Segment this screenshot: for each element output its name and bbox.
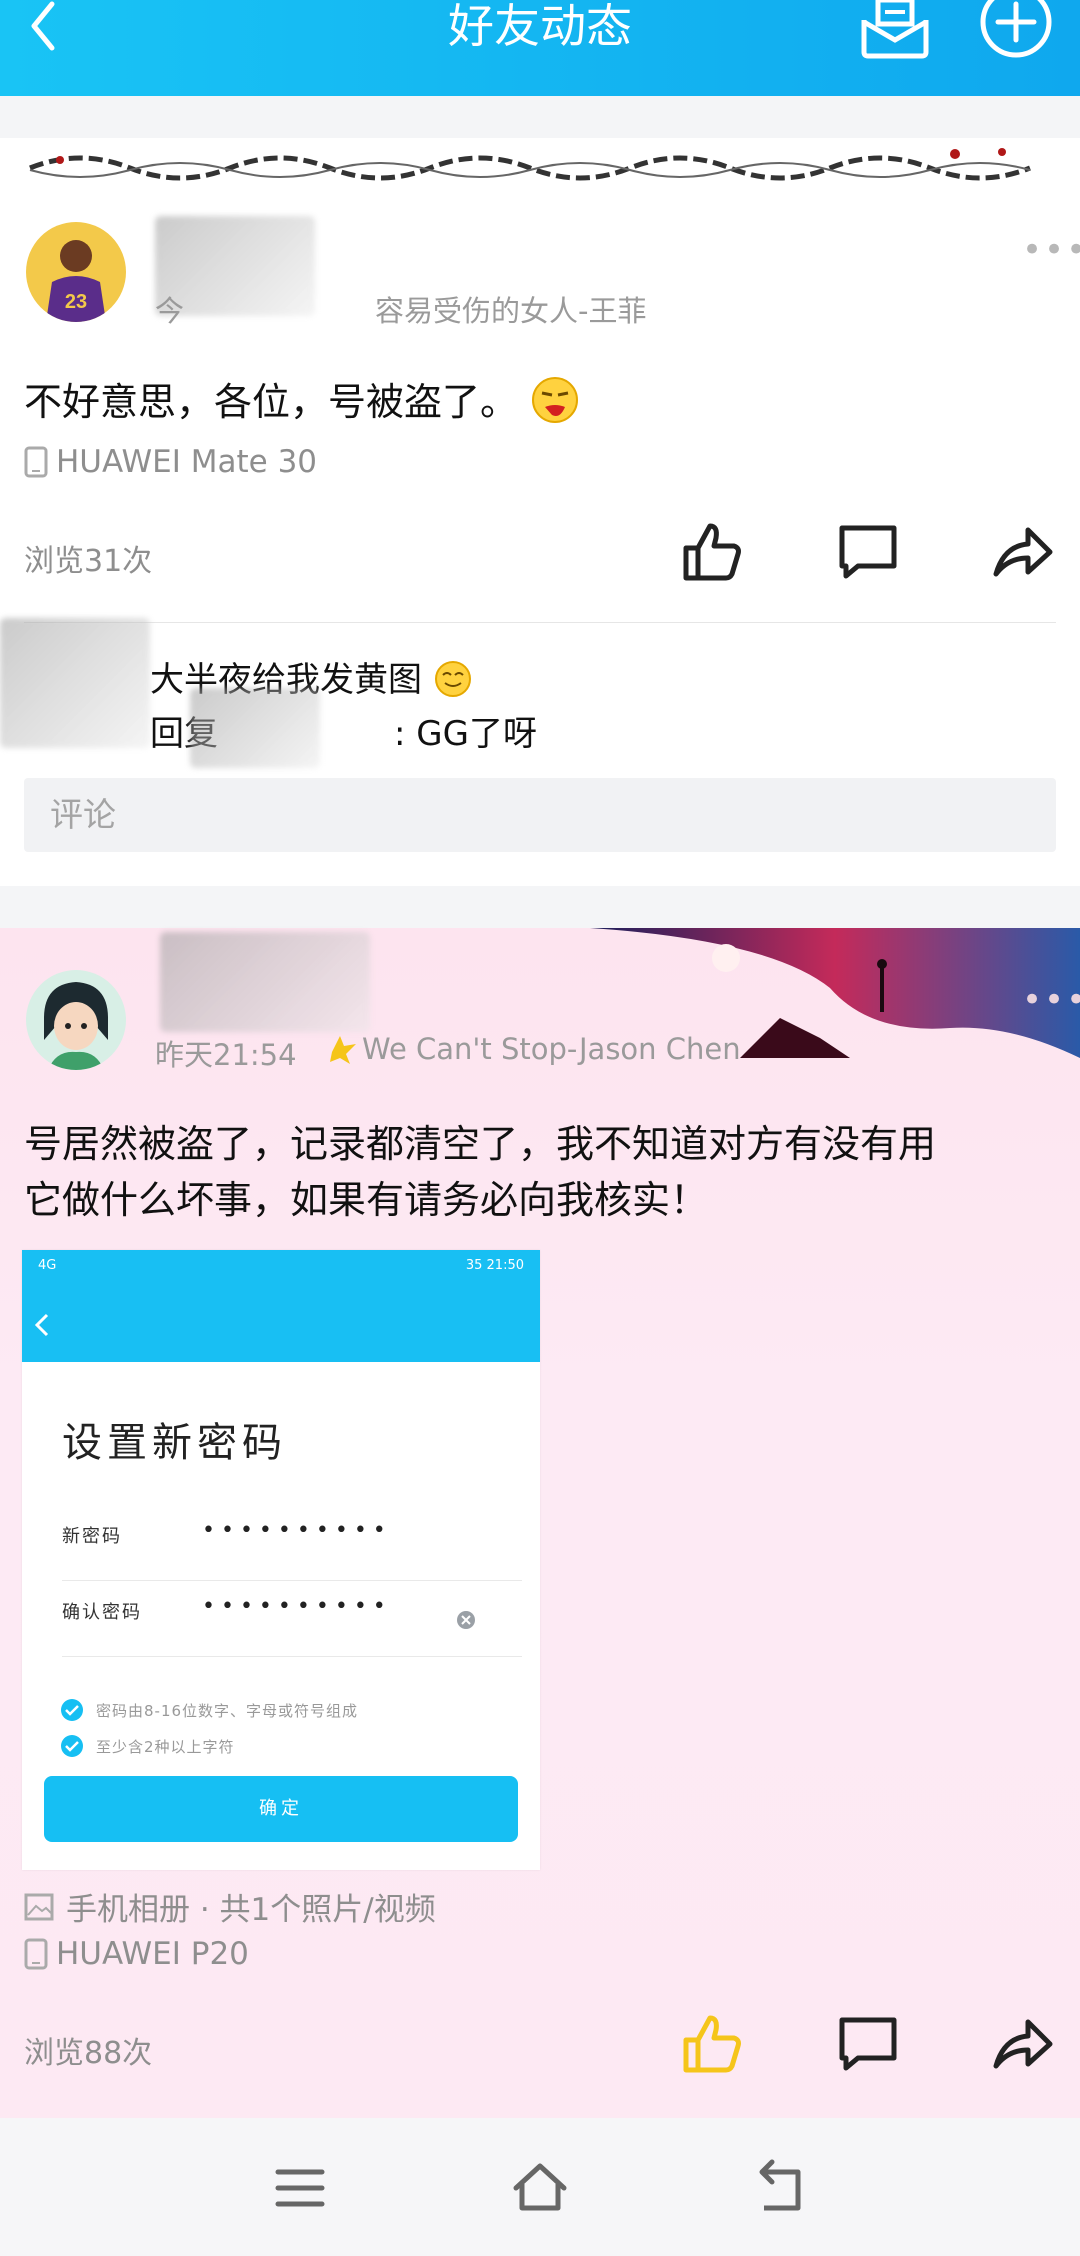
device-name: HUAWEI P20: [56, 1936, 249, 1972]
top-bar: 好友动态: [0, 0, 1080, 96]
password-rule: 密码由8-16位数字、字母或符号组成: [96, 1702, 359, 1720]
device-label: HUAWEI Mate 30: [24, 444, 317, 480]
comment-input[interactable]: 评论: [24, 778, 1056, 852]
comment-text: : GG了呀: [394, 714, 537, 754]
new-password-label: 新密码: [62, 1526, 122, 1547]
mail-icon[interactable]: [858, 0, 932, 60]
feed-post: 昨天21:54 We Can't Stop-Jason Chen ••• 号居然…: [0, 928, 1080, 2118]
post-content: 号居然被盗了，记录都清空了，我不知道对方有没有用 它做什么坏事，如果有请务必向我…: [24, 1116, 936, 1228]
svg-text:23: 23: [65, 291, 87, 313]
device-name: HUAWEI Mate 30: [56, 444, 318, 480]
avatar[interactable]: [26, 970, 126, 1070]
image-icon: [24, 1893, 54, 1920]
like-icon-active[interactable]: [680, 2012, 744, 2076]
screenshot-header: [22, 1250, 540, 1362]
confirm-password-dots: ••••••••••: [202, 1594, 392, 1619]
more-options-icon[interactable]: •••: [1022, 230, 1080, 270]
reply-name-redacted: [190, 688, 320, 768]
album-text: 手机相册 · 共1个照片/视频: [66, 1892, 436, 1928]
author-name-redacted: [160, 932, 370, 1032]
song-title[interactable]: 容易受伤的女人-王菲: [375, 288, 646, 330]
clear-icon: [457, 1611, 475, 1629]
divider: [62, 1656, 522, 1657]
more-options-icon[interactable]: •••: [1022, 980, 1080, 1020]
menu-icon[interactable]: [270, 2158, 330, 2218]
check-circle-icon: [61, 1699, 83, 1721]
home-icon[interactable]: [510, 2158, 570, 2218]
system-nav-bar: [0, 2118, 1080, 2256]
device-label: HUAWEI P20: [24, 1936, 249, 1972]
plus-circle-icon[interactable]: [978, 0, 1054, 60]
post-text: 不好意思，各位，号被盗了。: [24, 380, 519, 424]
phone-icon: [24, 446, 48, 478]
view-count: 浏览88次: [24, 2036, 153, 2071]
view-count: 浏览31次: [24, 544, 153, 579]
divider: [24, 622, 1056, 623]
attached-screenshot[interactable]: 4G 35 21:50 设置新密码 新密码 •••••••••• 确认密码 ••…: [22, 1250, 540, 1870]
post-time: 昨天21:54: [155, 1038, 297, 1072]
screenshot-title: 设置新密码: [62, 1420, 287, 1466]
song-title[interactable]: We Can't Stop-Jason Chen: [326, 1032, 741, 1066]
back-icon[interactable]: [750, 2158, 810, 2218]
avatar[interactable]: 23: [26, 222, 126, 322]
share-icon[interactable]: [990, 2012, 1054, 2076]
post-text-line: 它做什么坏事，如果有请务必向我核实！: [24, 1178, 709, 1222]
post-content: 不好意思，各位，号被盗了。: [24, 374, 580, 430]
confirm-password-label: 确认密码: [62, 1602, 142, 1623]
screenshot-status-left: 4G: [38, 1258, 57, 1273]
comment-icon[interactable]: [836, 2012, 900, 2076]
check-circle-icon: [61, 1735, 83, 1757]
song-name: We Can't Stop-Jason Chen: [362, 1032, 741, 1066]
emoji-icon: [532, 377, 579, 423]
like-icon[interactable]: [680, 520, 744, 584]
chevron-left-icon: [34, 1313, 49, 1337]
album-info[interactable]: 手机相册 · 共1个照片/视频: [24, 1884, 436, 1929]
post-text-line: 号居然被盗了，记录都清空了，我不知道对方有没有用: [24, 1122, 937, 1166]
post-time: 今: [155, 294, 185, 328]
share-icon[interactable]: [990, 520, 1054, 584]
new-password-dots: ••••••••••: [202, 1518, 392, 1543]
confirm-button: 确定: [44, 1776, 518, 1842]
feed-post: 23 今 容易受伤的女人-王菲 ••• 不好意思，各位，号被盗了。 HUAWEI…: [0, 138, 1080, 886]
emoji-icon: [434, 661, 471, 697]
screenshot-status-right: 35 21:50: [465, 1258, 524, 1273]
comment-icon[interactable]: [836, 520, 900, 584]
phone-icon: [24, 1938, 48, 1970]
divider: [62, 1580, 522, 1581]
password-rule: 至少含2种以上字符: [96, 1738, 235, 1756]
commenter-avatar-redacted: [0, 618, 150, 748]
music-note-icon: [330, 1036, 356, 1064]
decorative-chain-banner: [0, 138, 1080, 188]
